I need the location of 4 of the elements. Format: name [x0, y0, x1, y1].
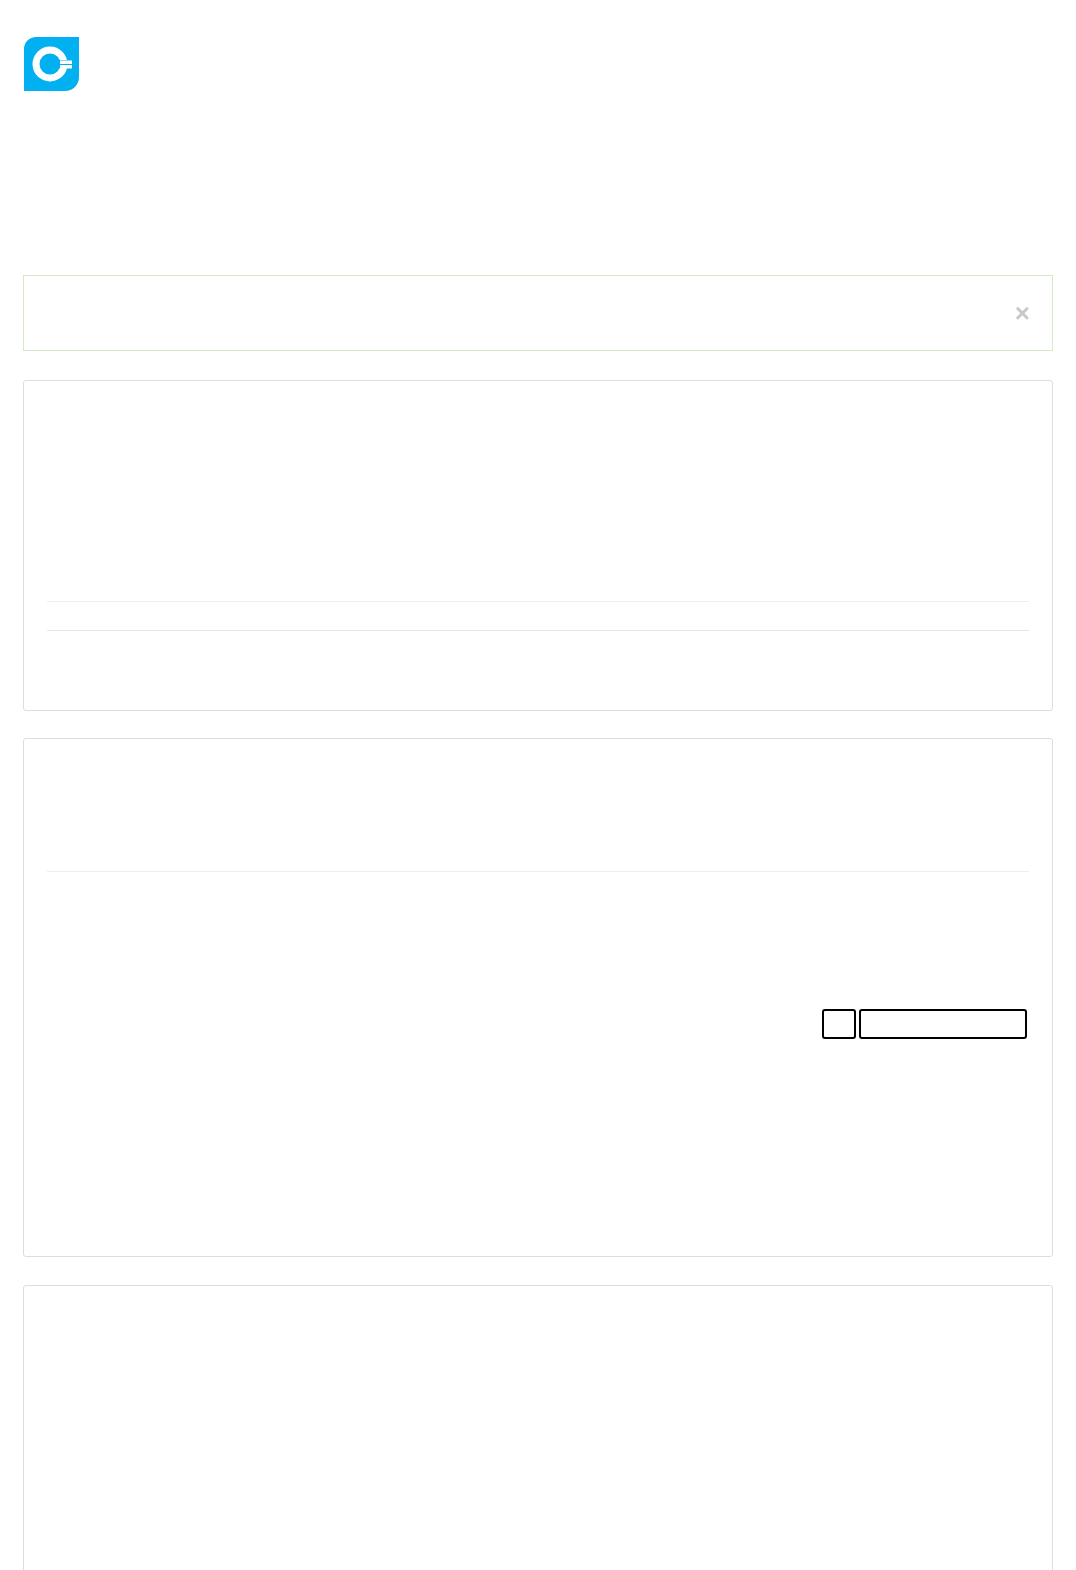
input-field[interactable]	[822, 1009, 856, 1039]
logo-icon	[24, 37, 79, 91]
close-button[interactable]: ×	[1014, 300, 1030, 326]
input-field[interactable]	[859, 1009, 1027, 1039]
